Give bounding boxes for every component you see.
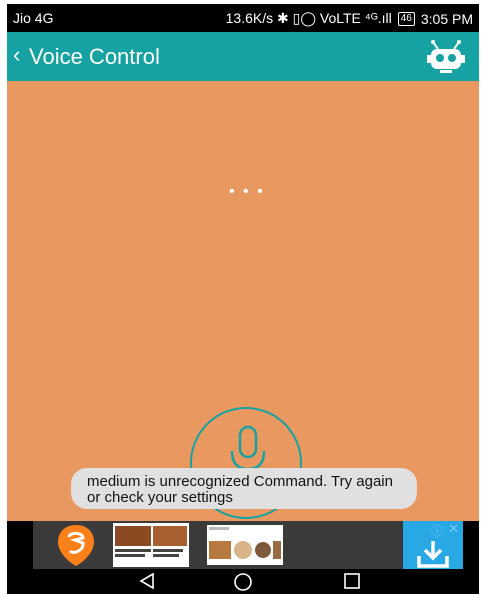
nav-recents-icon[interactable] [343,572,361,590]
info-icon[interactable]: ⓘ [431,522,443,539]
toast-message: medium is unrecognized Command. Try agai… [71,468,417,509]
swiggy-logo-icon [58,525,94,566]
battery-icon: 46 [397,11,415,26]
ad-banner[interactable]: ⓘ ✕ [33,521,463,569]
ad-logo[interactable] [41,521,111,569]
robot-icon[interactable] [427,40,465,74]
page-title: Voice Control [29,44,160,69]
nav-back-icon[interactable] [138,572,156,590]
close-icon[interactable]: ✕ [448,521,459,537]
phone-screen: Jio 4G 13.6K/s ✱ ▯◯ VoLTE ⁴ᴳ.ıll 46 3:05… [7,4,479,594]
status-bar: Jio 4G 13.6K/s ✱ ▯◯ VoLTE ⁴ᴳ.ıll 46 3:05… [7,4,479,32]
voice-control-area: • • • [7,81,479,521]
download-icon [417,541,449,568]
ad-food-image[interactable] [113,523,189,567]
app-bar: ‹ Voice Control [7,32,479,81]
listening-indicator: • • • [229,183,265,200]
navigation-bar [7,569,479,594]
back-chevron-icon[interactable]: ‹ [13,42,20,68]
ad-food-image[interactable] [207,525,283,565]
network-indicators: 13.6K/s ✱ ▯◯ VoLTE ⁴ᴳ.ıll [225,10,392,26]
carrier-label: Jio 4G [13,10,54,26]
nav-home-icon[interactable] [233,572,253,592]
status-indicators: 13.6K/s ✱ ▯◯ VoLTE ⁴ᴳ.ıll 46 3:05 PM [226,10,473,27]
clock: 3:05 PM [420,10,473,27]
